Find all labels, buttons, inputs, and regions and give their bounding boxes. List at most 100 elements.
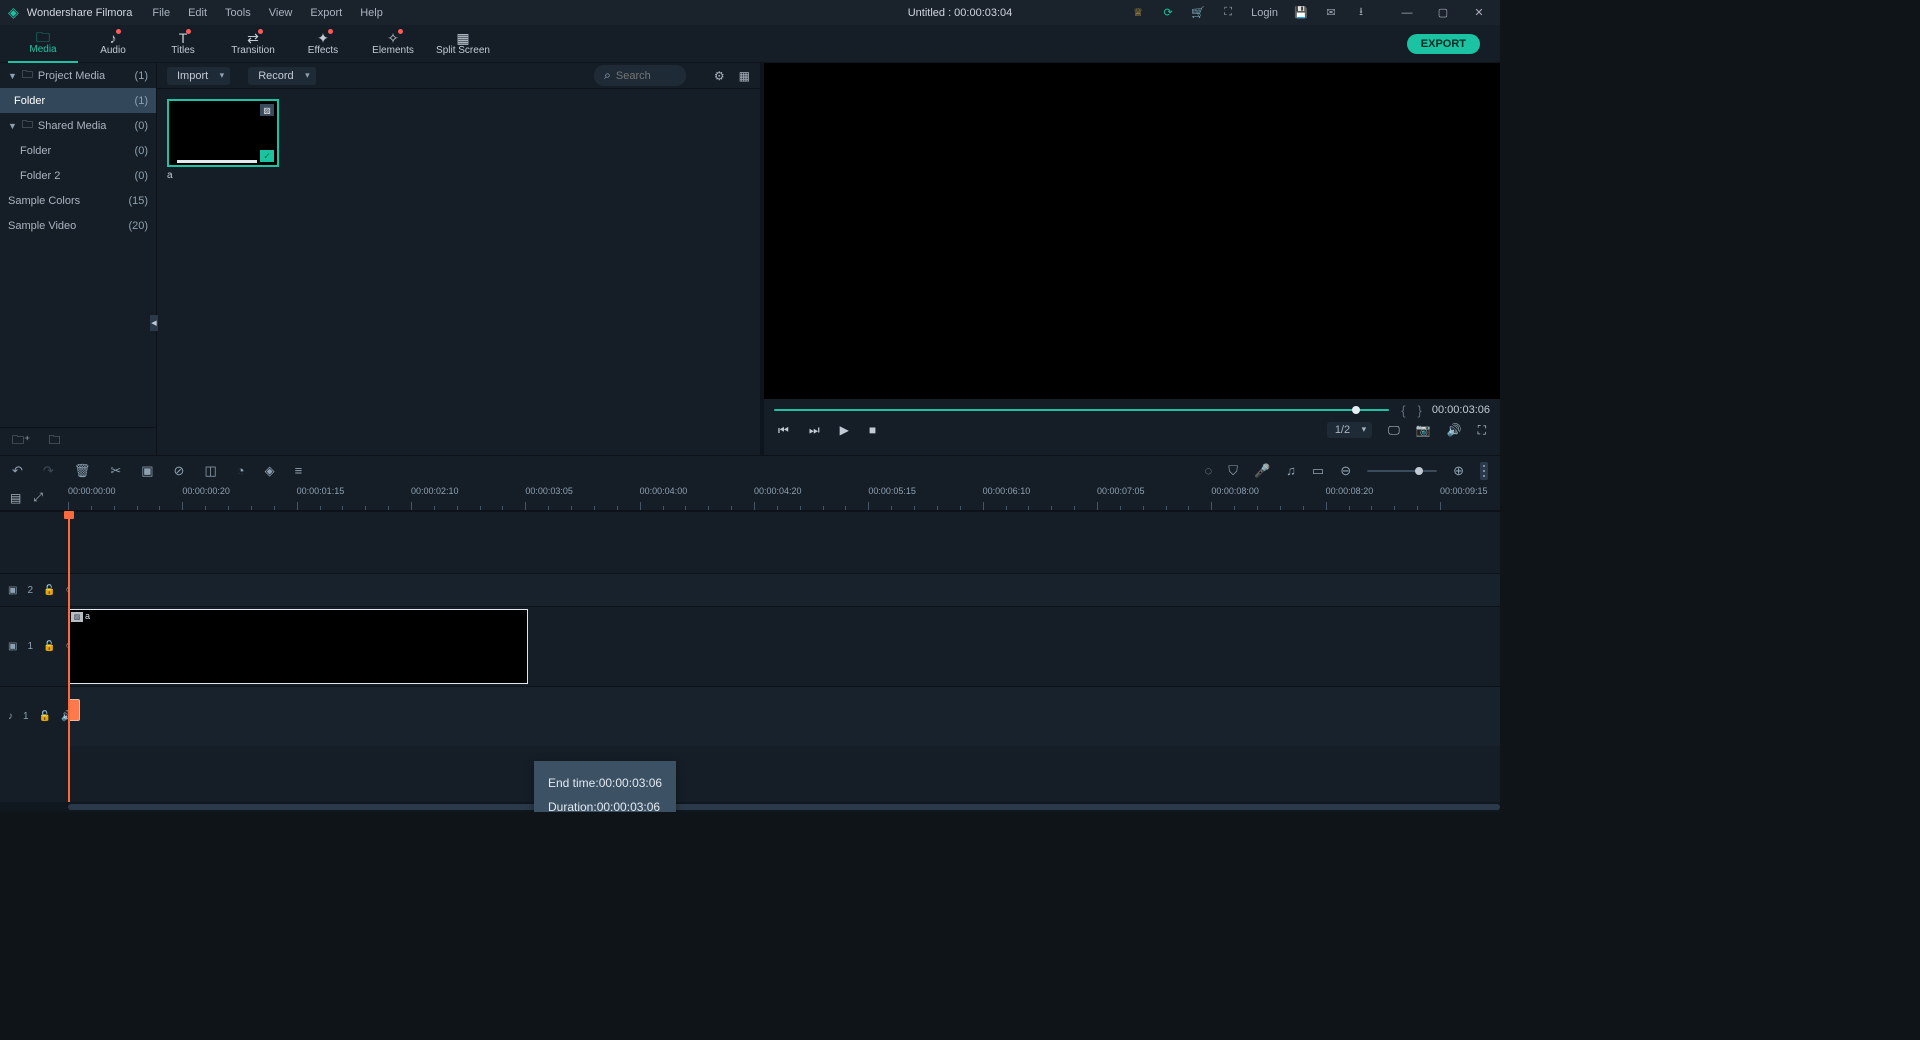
- track-video-2[interactable]: ▣2🔓👁: [0, 573, 1500, 606]
- preview-scale-dropdown[interactable]: 1/2: [1327, 422, 1372, 438]
- playback-quality-icon[interactable]: 🖵: [1388, 423, 1400, 438]
- menu-view[interactable]: View: [269, 7, 293, 19]
- color-button[interactable]: ◫: [204, 463, 216, 479]
- save-icon[interactable]: 💾: [1294, 6, 1308, 20]
- menu-tools[interactable]: Tools: [225, 7, 251, 19]
- lightbulb-icon[interactable]: ♕: [1131, 6, 1145, 20]
- ruler-label: 00:00:01:15: [297, 486, 345, 496]
- tab-elements[interactable]: ✧Elements: [358, 25, 428, 63]
- gift-icon[interactable]: ⛶: [1221, 6, 1235, 20]
- snapshot-icon[interactable]: 📷: [1416, 423, 1431, 437]
- timeline-clip-name: a: [85, 611, 90, 621]
- refresh-icon[interactable]: ⟳: [1161, 6, 1175, 20]
- export-button[interactable]: EXPORT: [1407, 34, 1480, 54]
- tab-audio[interactable]: ♪Audio: [78, 25, 148, 63]
- maximize-button[interactable]: ▢: [1430, 4, 1456, 22]
- preview-scrubber[interactable]: { } 00:00:03:06: [774, 405, 1490, 415]
- tree-folder-selected[interactable]: Folder(1): [0, 88, 156, 113]
- timeline-scrollbar[interactable]: [0, 802, 1500, 812]
- open-folder-icon[interactable]: 🗀: [48, 431, 60, 452]
- filter-icon[interactable]: ⚙: [714, 69, 725, 83]
- ruler-label: 00:00:09:15: [1440, 486, 1488, 496]
- minimize-button[interactable]: —: [1394, 4, 1420, 22]
- crop-button[interactable]: ▣: [141, 463, 153, 479]
- search-input[interactable]: [616, 70, 676, 82]
- close-button[interactable]: ✕: [1466, 4, 1492, 22]
- tab-media[interactable]: 🗀Media: [8, 25, 78, 63]
- settings-button[interactable]: ≡: [295, 463, 303, 478]
- tab-effects[interactable]: ✦Effects: [288, 25, 358, 63]
- transition-icon: ⇄: [247, 31, 259, 45]
- timer-button[interactable]: ◔: [237, 463, 245, 478]
- lock-icon[interactable]: 🔓: [43, 641, 55, 652]
- timeline-ruler[interactable]: 00:00:00:0000:00:00:2000:00:01:1500:00:0…: [68, 485, 1500, 510]
- record-dropdown[interactable]: Record: [248, 67, 315, 85]
- out-marker-icon[interactable]: }: [1418, 403, 1422, 418]
- lock-icon[interactable]: 🔓: [43, 585, 55, 596]
- voiceover-button[interactable]: 🎤: [1254, 463, 1270, 479]
- import-dropdown[interactable]: Import: [167, 67, 230, 85]
- timeline-clip[interactable]: ▨ a: [68, 609, 528, 684]
- cart-icon[interactable]: 🛒: [1191, 6, 1205, 20]
- lock-icon[interactable]: 🔓: [39, 711, 51, 722]
- scrubber-knob[interactable]: [1352, 406, 1360, 414]
- media-clip[interactable]: ▨ ✓ a: [167, 99, 279, 181]
- menu-file[interactable]: File: [152, 7, 170, 19]
- grid-view-icon[interactable]: ▦: [739, 69, 750, 83]
- tree-shared-media[interactable]: ▼🗀Shared Media(0): [0, 113, 156, 138]
- next-frame-button[interactable]: ⏭: [809, 423, 820, 438]
- track-audio-icon: ♪: [8, 711, 13, 722]
- track-video-1[interactable]: ▣1🔓👁 ▨ a: [0, 606, 1500, 686]
- tree-project-media[interactable]: ▼🗀Project Media(1): [0, 63, 156, 88]
- track-audio-1[interactable]: ♪1🔓🔊: [0, 686, 1500, 746]
- aspect-button[interactable]: ▭: [1312, 463, 1324, 479]
- menu-help[interactable]: Help: [360, 7, 383, 19]
- clip-thumbnail[interactable]: ▨ ✓: [167, 99, 279, 167]
- render-button[interactable]: ◌: [1204, 463, 1212, 478]
- speed-button[interactable]: ⊘: [174, 463, 185, 479]
- tree-sample-video[interactable]: Sample Video(20): [0, 213, 156, 238]
- volume-icon[interactable]: 🔊: [1447, 423, 1462, 437]
- keyframe-button[interactable]: ◈: [265, 463, 275, 479]
- redo-button[interactable]: ↷: [43, 463, 54, 479]
- tab-split-screen[interactable]: ▦Split Screen: [428, 25, 498, 63]
- collapse-panel-button[interactable]: ◀: [150, 315, 158, 331]
- document-title: Untitled : 00:00:03:04: [908, 7, 1013, 19]
- prev-frame-button[interactable]: ⏮: [778, 423, 789, 438]
- in-marker-icon[interactable]: {: [1401, 403, 1405, 418]
- tree-folder-2[interactable]: Folder 2(0): [0, 163, 156, 188]
- zoom-in-button[interactable]: ⊕: [1453, 463, 1464, 479]
- zoom-out-button[interactable]: ⊖: [1340, 463, 1351, 479]
- play-button[interactable]: ▶: [840, 423, 849, 437]
- stop-button[interactable]: ■: [869, 423, 876, 437]
- download-icon[interactable]: ⭳: [1354, 6, 1368, 20]
- mixer-button[interactable]: ♫: [1286, 463, 1296, 478]
- preview-panel: { } 00:00:03:06 ⏮ ⏭ ▶ ■ 1/2 🖵 📷 🔊 ⛶: [760, 63, 1500, 455]
- timeline-menu-icon[interactable]: ▤: [10, 491, 21, 505]
- mail-icon[interactable]: ✉: [1324, 6, 1338, 20]
- link-icon[interactable]: ⤢: [33, 490, 43, 505]
- project-tree: ▼🗀Project Media(1) Folder(1) ▼🗀Shared Me…: [0, 63, 157, 455]
- marker-button[interactable]: ⛉: [1228, 463, 1238, 479]
- app-name: Wondershare Filmora: [27, 7, 133, 19]
- tree-folder[interactable]: Folder(0): [0, 138, 156, 163]
- playhead[interactable]: [68, 511, 70, 802]
- menu-export[interactable]: Export: [310, 7, 342, 19]
- undo-button[interactable]: ↶: [12, 463, 23, 479]
- tab-transition[interactable]: ⇄Transition: [218, 25, 288, 63]
- new-folder-icon[interactable]: 🗀⁺: [12, 431, 30, 452]
- module-tabs: 🗀Media ♪Audio TTitles ⇄Transition ✦Effec…: [0, 25, 1500, 63]
- timeline-handle[interactable]: [1480, 462, 1488, 480]
- login-link[interactable]: Login: [1251, 7, 1278, 19]
- preview-canvas[interactable]: [804, 69, 1460, 399]
- menu-edit[interactable]: Edit: [188, 7, 207, 19]
- tab-titles[interactable]: TTitles: [148, 25, 218, 63]
- tree-sample-colors[interactable]: Sample Colors(15): [0, 188, 156, 213]
- media-bin-panel: Import Record ⌕ ⚙ ▦ ▨ ✓ a: [157, 63, 760, 455]
- delete-button[interactable]: 🗑: [74, 463, 91, 479]
- fullscreen-icon[interactable]: ⛶: [1478, 423, 1486, 438]
- split-button[interactable]: ✂: [110, 463, 121, 479]
- elements-icon: ✧: [387, 31, 399, 45]
- search-box[interactable]: ⌕: [594, 65, 686, 86]
- zoom-slider[interactable]: [1367, 470, 1437, 472]
